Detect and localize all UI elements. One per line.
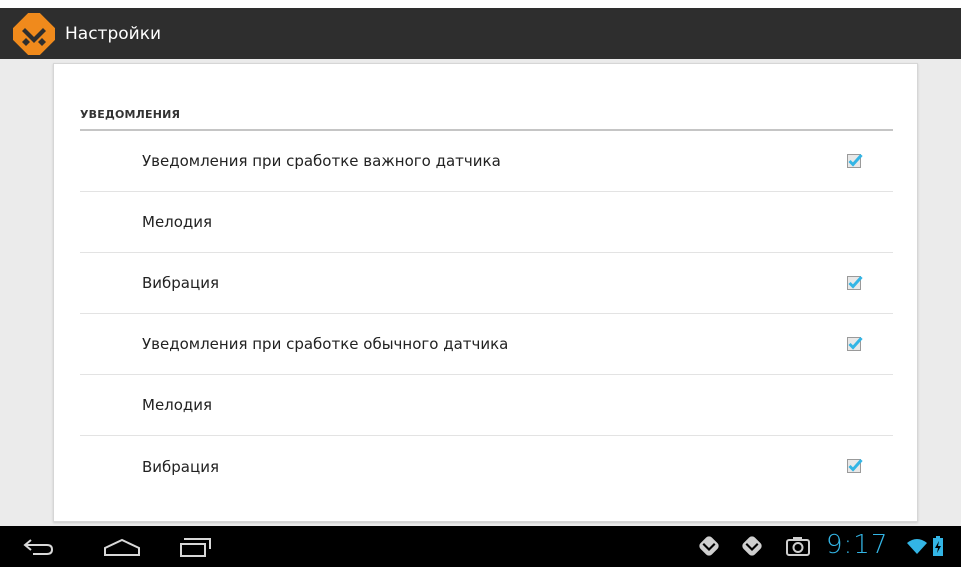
checkbox-checked-icon[interactable]	[847, 153, 863, 169]
settings-list: Уведомления при сработке важного датчика…	[80, 131, 893, 497]
back-icon[interactable]	[20, 534, 56, 560]
page-title: Настройки	[65, 23, 162, 44]
setting-vibration-important[interactable]: Вибрация	[80, 253, 893, 314]
setting-vibration-regular[interactable]: Вибрация	[80, 436, 893, 497]
checkbox-checked-icon[interactable]	[847, 458, 863, 474]
app-notification-icon[interactable]	[698, 535, 720, 557]
status-clock: 9:17	[826, 530, 889, 560]
setting-important-sensor-notifications[interactable]: Уведомления при сработке важного датчика	[80, 131, 893, 192]
screenshot-icon[interactable]	[785, 535, 811, 557]
setting-melody-important[interactable]: Мелодия	[80, 192, 893, 253]
wifi-icon	[906, 535, 928, 557]
setting-label: Вибрация	[142, 274, 219, 292]
setting-label: Мелодия	[142, 396, 213, 414]
setting-label: Уведомления при сработке важного датчика	[142, 152, 501, 170]
setting-label: Мелодия	[142, 213, 213, 231]
setting-regular-sensor-notifications[interactable]: Уведомления при сработке обычного датчик…	[80, 314, 893, 375]
app-notification-icon[interactable]	[741, 535, 763, 557]
screen-top-strip	[0, 0, 961, 8]
setting-label: Вибрация	[142, 457, 219, 476]
setting-melody-regular[interactable]: Мелодия	[80, 375, 893, 436]
home-icon[interactable]	[100, 534, 144, 560]
setting-label: Уведомления при сработке обычного датчик…	[142, 335, 509, 353]
section-header-notifications: УВЕДОМЛЕНИЯ	[80, 98, 893, 131]
checkbox-checked-icon[interactable]	[847, 275, 863, 291]
battery-charging-icon	[932, 535, 944, 557]
app-logo-icon[interactable]	[13, 12, 59, 55]
system-navigation-bar: 9:17	[0, 526, 961, 567]
recent-apps-icon[interactable]	[176, 534, 216, 560]
settings-card: УВЕДОМЛЕНИЯ Уведомления при сработке важ…	[53, 63, 918, 522]
action-bar: Настройки	[0, 8, 961, 59]
checkbox-checked-icon[interactable]	[847, 336, 863, 352]
